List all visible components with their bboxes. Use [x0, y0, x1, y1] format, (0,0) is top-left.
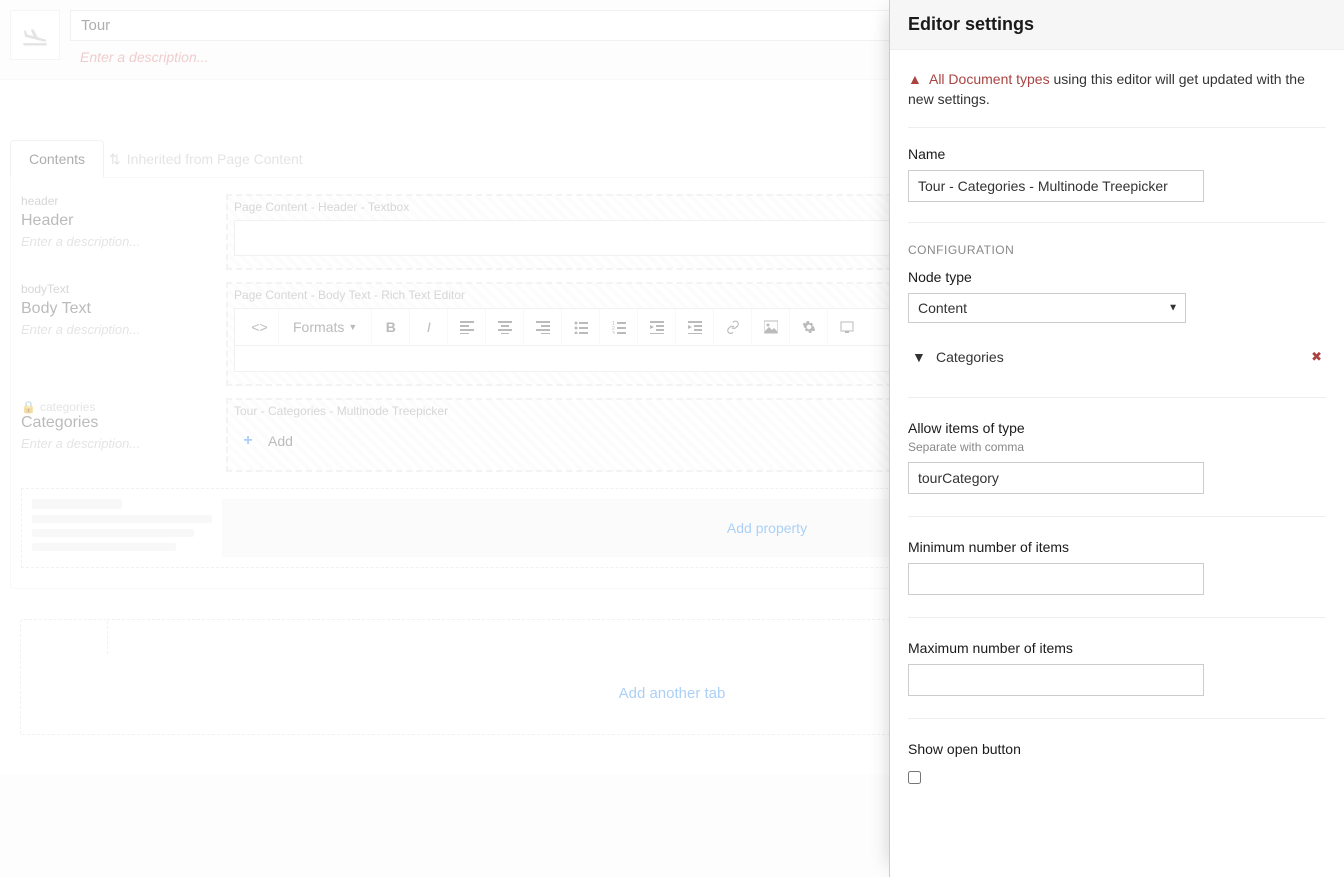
selected-node-row: ▼ Categories ✖: [908, 339, 1326, 375]
rte-bullet-list-icon[interactable]: [562, 309, 600, 345]
property-title[interactable]: Body Text: [21, 300, 206, 318]
property-meta: header Header Enter a description...: [21, 194, 216, 270]
add-tab-handle: [20, 619, 108, 657]
node-type-select[interactable]: Content: [908, 293, 1186, 323]
min-items-input[interactable]: [908, 563, 1204, 595]
allow-types-label: Allow items of type: [908, 420, 1326, 436]
rte-indent-icon[interactable]: [676, 309, 714, 345]
svg-text:3: 3: [612, 331, 615, 334]
property-desc-placeholder[interactable]: Enter a description...: [21, 436, 206, 451]
rte-align-center-icon[interactable]: [486, 309, 524, 345]
tab-inherited[interactable]: ⇅ Inherited from Page Content: [108, 140, 304, 178]
rte-formats-label: Formats: [293, 319, 344, 335]
property-meta: 🔒 categories Categories Enter a descript…: [21, 398, 216, 472]
property-alias: header: [21, 194, 206, 208]
panel-body: ▲ All Document types using this editor w…: [890, 50, 1344, 851]
min-items-label: Minimum number of items: [908, 539, 1326, 555]
rte-align-left-icon[interactable]: [448, 309, 486, 345]
tab-contents[interactable]: Contents: [10, 140, 104, 178]
doctype-icon[interactable]: [10, 10, 60, 60]
selected-node-label: Categories: [936, 349, 1301, 365]
rte-formats-dropdown[interactable]: Formats ▼: [279, 309, 372, 345]
rte-fullscreen-icon[interactable]: [828, 309, 866, 345]
rte-italic-icon[interactable]: I: [410, 309, 448, 345]
allow-types-input[interactable]: [908, 462, 1204, 494]
plus-icon: +: [238, 432, 258, 450]
warning-strong: All Document types: [929, 71, 1050, 87]
show-open-label: Show open button: [908, 741, 1326, 757]
property-desc-placeholder[interactable]: Enter a description...: [21, 322, 206, 337]
rte-align-right-icon[interactable]: [524, 309, 562, 345]
property-alias-locked: 🔒 categories: [21, 400, 95, 414]
rte-image-icon[interactable]: [752, 309, 790, 345]
rte-link-icon[interactable]: [714, 309, 752, 345]
property-alias: categories: [40, 400, 95, 414]
property-title[interactable]: Header: [21, 212, 206, 230]
property-desc-placeholder[interactable]: Enter a description...: [21, 234, 206, 249]
rte-outdent-icon[interactable]: [638, 309, 676, 345]
property-alias: bodyText: [21, 282, 206, 296]
show-open-checkbox[interactable]: [908, 771, 921, 784]
allow-types-help: Separate with comma: [908, 440, 1326, 454]
rte-number-list-icon[interactable]: 123: [600, 309, 638, 345]
rte-settings-icon[interactable]: [790, 309, 828, 345]
filter-icon: ▼: [912, 349, 926, 365]
property-title[interactable]: Categories: [21, 414, 206, 432]
name-input[interactable]: [908, 170, 1204, 202]
remove-node-button[interactable]: ✖: [1311, 349, 1322, 365]
add-label: Add: [268, 433, 293, 449]
warning-icon: ▲: [908, 71, 922, 87]
panel-title: Editor settings: [890, 0, 1344, 50]
node-type-label: Node type: [908, 269, 1326, 285]
tab-inherited-label: Inherited from Page Content: [127, 151, 303, 167]
editor-settings-panel: Editor settings ▲ All Document types usi…: [889, 0, 1344, 877]
max-items-input[interactable]: [908, 664, 1204, 696]
skeleton-meta: [32, 499, 212, 557]
configuration-heading: CONFIGURATION: [908, 222, 1326, 257]
rte-bold-icon[interactable]: B: [372, 309, 410, 345]
panel-warning: ▲ All Document types using this editor w…: [908, 70, 1326, 128]
node-type-select-wrap: Content ▼: [908, 293, 1186, 323]
name-label: Name: [908, 146, 1326, 162]
inherit-icon: ⇅: [109, 151, 121, 168]
max-items-label: Maximum number of items: [908, 640, 1326, 656]
rte-source-icon[interactable]: <>: [241, 309, 279, 345]
property-meta: bodyText Body Text Enter a description..…: [21, 282, 216, 386]
caret-down-icon: ▼: [348, 322, 357, 332]
lock-icon: 🔒: [21, 400, 36, 414]
plane-landing-icon: [21, 21, 49, 49]
